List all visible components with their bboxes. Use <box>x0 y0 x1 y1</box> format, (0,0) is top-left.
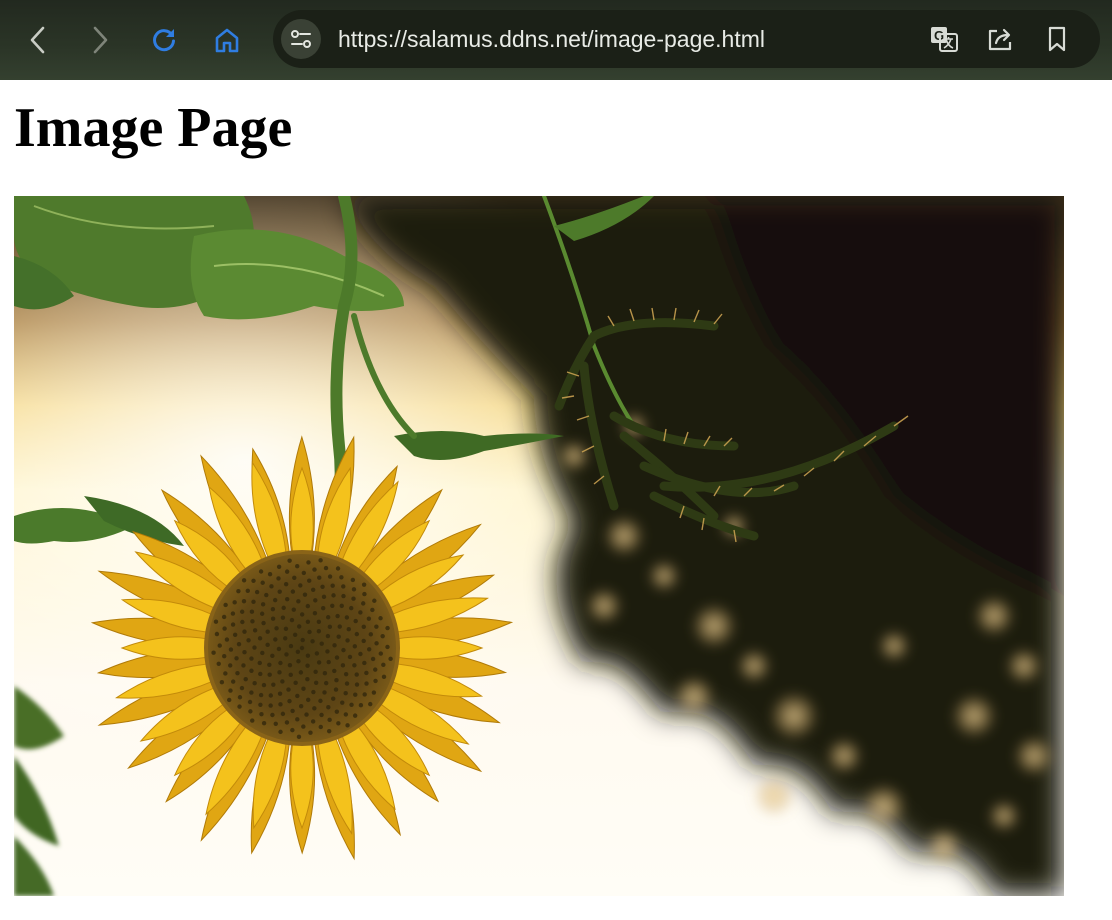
site-info-button[interactable] <box>281 19 321 59</box>
reload-icon <box>153 29 175 52</box>
share-button[interactable] <box>983 23 1017 55</box>
translate-icon: G <box>931 27 958 52</box>
back-button[interactable] <box>18 20 58 60</box>
browser-toolbar: https://salamus.ddns.net/image-page.html… <box>0 0 1112 80</box>
url-input[interactable]: https://salamus.ddns.net/image-page.html <box>338 25 765 53</box>
translate-button[interactable]: G <box>927 23 961 55</box>
share-icon <box>988 28 1012 51</box>
page-title: Image Page <box>14 97 293 159</box>
sunflower-photo <box>14 196 1064 896</box>
forward-arrow-icon <box>93 26 108 54</box>
address-bar[interactable]: https://salamus.ddns.net/image-page.html… <box>273 10 1100 68</box>
back-arrow-icon <box>30 26 45 54</box>
forward-button[interactable] <box>80 20 120 60</box>
site-info-icon <box>291 30 311 48</box>
reload-button[interactable] <box>144 20 184 60</box>
home-icon <box>215 28 239 53</box>
home-button[interactable] <box>207 20 247 60</box>
bookmark-button[interactable] <box>1040 23 1074 55</box>
bookmark-icon <box>1048 26 1066 52</box>
